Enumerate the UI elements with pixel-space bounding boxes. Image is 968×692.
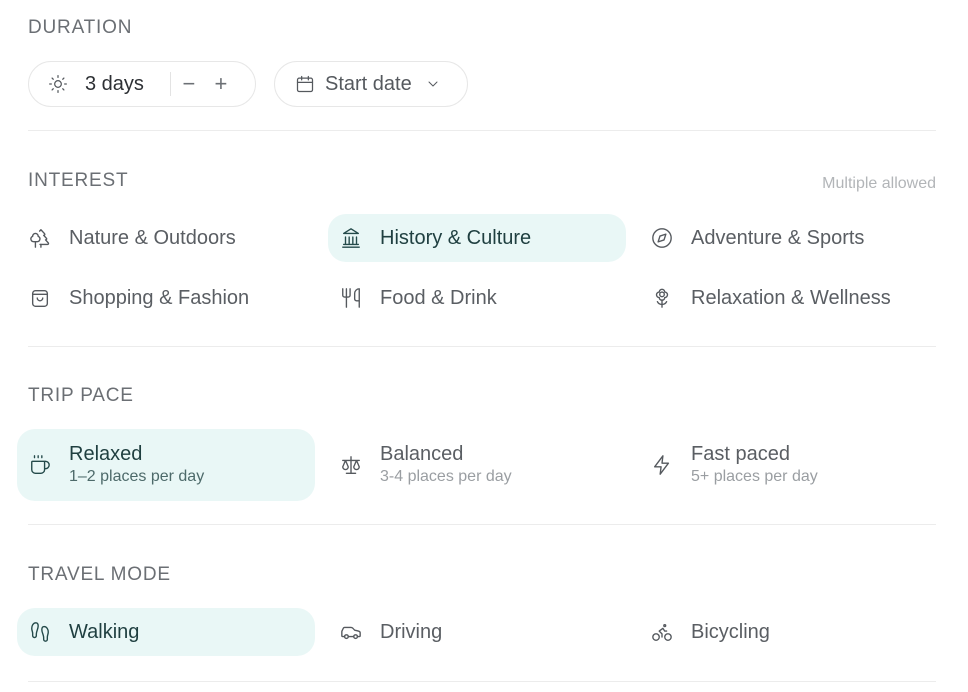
duration-value: 3 days: [85, 72, 144, 95]
compass-icon: [650, 226, 674, 250]
pace-relaxed[interactable]: Relaxed 1–2 places per day: [17, 429, 315, 501]
option-label: Bicycling: [691, 620, 770, 643]
start-date-label: Start date: [325, 72, 412, 95]
interest-shopping-fashion[interactable]: Shopping & Fashion: [17, 274, 315, 322]
decrease-days-button[interactable]: −: [175, 71, 203, 97]
option-label: Driving: [380, 620, 443, 643]
interest-history-culture[interactable]: History & Culture: [328, 214, 626, 262]
utensils-icon: [339, 286, 363, 310]
zap-icon: [650, 453, 674, 477]
option-label: Balanced: [380, 443, 464, 465]
sun-icon: [47, 73, 69, 95]
flower-icon: [650, 286, 674, 310]
car-icon: [339, 620, 363, 644]
pace-balanced[interactable]: Balanced 3-4 places per day: [328, 429, 626, 501]
interest-nature-outdoors[interactable]: Nature & Outdoors: [17, 214, 315, 262]
trip-pace-title: TRIP PACE: [28, 385, 134, 406]
mode-bicycling[interactable]: Bicycling: [639, 608, 937, 656]
landmark-icon: [339, 226, 363, 250]
option-label: History & Culture: [380, 226, 532, 249]
chevron-down-icon: [422, 73, 444, 95]
mode-walking[interactable]: Walking: [17, 608, 315, 656]
duration-stepper: 3 days − +: [28, 61, 256, 107]
option-label: Walking: [69, 620, 140, 643]
scale-icon: [339, 453, 363, 477]
option-label: Relaxed: [69, 443, 143, 465]
duration-title: DURATION: [28, 17, 133, 38]
calendar-icon: [294, 73, 316, 95]
section-divider: [28, 524, 936, 525]
interest-title: INTEREST: [28, 170, 129, 191]
shopping-bag-icon: [28, 286, 52, 310]
bike-icon: [650, 620, 674, 644]
interest-relaxation-wellness[interactable]: Relaxation & Wellness: [639, 274, 937, 322]
interest-adventure-sports[interactable]: Adventure & Sports: [639, 214, 937, 262]
start-date-button[interactable]: Start date: [274, 61, 468, 107]
option-label: Nature & Outdoors: [69, 226, 236, 249]
option-label: Food & Drink: [380, 286, 497, 309]
mode-driving[interactable]: Driving: [328, 608, 626, 656]
divider: [169, 72, 171, 96]
travel-mode-title: TRAVEL MODE: [28, 564, 171, 585]
section-divider: [28, 130, 936, 131]
option-label: Shopping & Fashion: [69, 286, 250, 309]
footprints-icon: [28, 620, 52, 644]
pace-fast-paced[interactable]: Fast paced 5+ places per day: [639, 429, 937, 501]
option-label: Relaxation & Wellness: [691, 286, 891, 309]
section-divider: [28, 681, 936, 682]
multiple-allowed-hint: Multiple allowed: [822, 175, 936, 192]
option-sublabel: 1–2 places per day: [69, 468, 205, 485]
option-label: Adventure & Sports: [691, 226, 865, 249]
option-sublabel: 5+ places per day: [691, 468, 818, 485]
option-label: Fast paced: [691, 443, 790, 465]
section-divider: [28, 346, 936, 347]
option-sublabel: 3-4 places per day: [380, 468, 512, 485]
interest-food-drink[interactable]: Food & Drink: [328, 274, 626, 322]
coffee-icon: [28, 453, 52, 477]
trees-icon: [28, 226, 52, 250]
increase-days-button[interactable]: +: [207, 71, 235, 97]
